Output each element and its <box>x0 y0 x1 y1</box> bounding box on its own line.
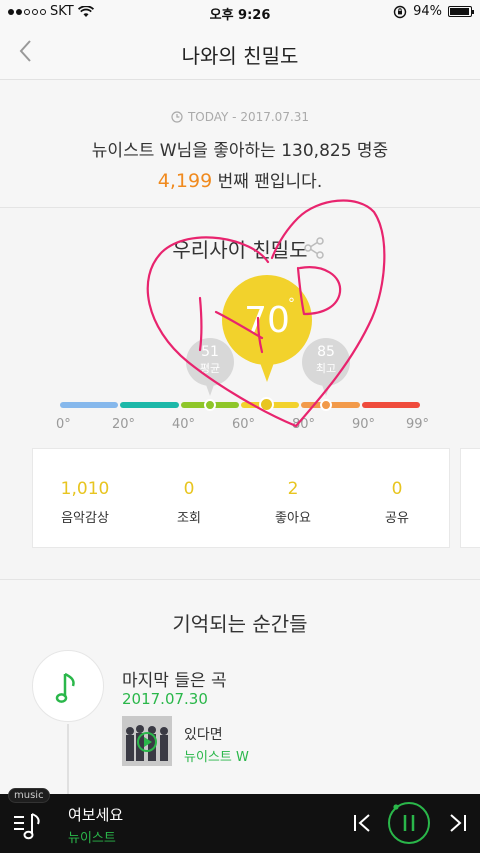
song-title: 있다면 <box>184 727 223 743</box>
scale-tick-label: 20° <box>112 417 136 432</box>
stat-label: 공유 <box>385 511 409 526</box>
pause-button[interactable] <box>386 800 432 846</box>
fan-rank: 4,199 <box>157 170 213 192</box>
stat-item: 2 좋아요 <box>241 449 345 547</box>
average-marker <box>204 399 216 411</box>
stat-item: 0 조회 <box>137 449 241 547</box>
activity-stats-card[interactable]: 1,010 음악감상 0 조회 2 좋아요 0 공유 <box>32 448 450 548</box>
scale-tick-label: 90° <box>352 417 376 432</box>
intimacy-degree: ° <box>288 296 295 312</box>
battery-icon <box>448 6 474 17</box>
current-marker <box>259 397 274 412</box>
scale-tick-label: 80° <box>292 417 316 432</box>
previous-track-icon[interactable] <box>352 812 374 834</box>
intimacy-bubble-pointer <box>259 360 275 382</box>
fan-rank-suffix: 번째 팬입니다. <box>217 172 323 192</box>
max-marker <box>320 399 332 411</box>
max-value: 85 <box>317 344 335 360</box>
stat-item: 1,010 음악감상 <box>33 449 137 547</box>
now-playing-artist: 뉴이스트 <box>68 831 116 846</box>
scale-tick-label: 60° <box>232 417 256 432</box>
nav-bar: 나와의 친밀도 <box>0 24 480 80</box>
share-icon[interactable] <box>302 236 326 260</box>
stat-value: 0 <box>391 479 403 499</box>
now-playing-title: 여보세요 <box>68 806 124 824</box>
fan-count-text: 뉴이스트 W님을 좋아하는 130,825 명중 <box>91 141 389 161</box>
stat-label: 좋아요 <box>275 511 311 526</box>
today-date: TODAY - 2017.07.31 <box>187 110 310 124</box>
memories-section: 기억되는 순간들 마지막 들은 곡 2017.07.30 있다면 뉴이스트 W <box>0 580 480 804</box>
album-art-image <box>122 716 172 766</box>
scale-tick-label: 40° <box>172 417 196 432</box>
stat-value: 1,010 <box>60 479 110 499</box>
playlist-icon[interactable] <box>12 810 46 842</box>
mini-player[interactable]: music 여보세요 뉴이스트 <box>0 788 480 853</box>
memory-title: 마지막 들은 곡 <box>122 671 227 691</box>
scale-segment <box>361 402 420 408</box>
average-bubble-pointer <box>205 382 215 396</box>
status-bar: SKT 오후 9:26 94% <box>0 0 480 24</box>
music-tag: music <box>8 788 50 803</box>
timeline-line <box>67 724 69 804</box>
battery-percent: 94% <box>413 4 442 19</box>
scale-segment <box>60 402 119 408</box>
song-artist: 뉴이스트 W <box>184 750 249 765</box>
max-label: 최고 <box>315 362 337 375</box>
scale-segment <box>120 402 179 408</box>
intimacy-scale-bar <box>60 402 420 408</box>
orientation-lock-icon <box>393 5 407 18</box>
memory-date: 2017.07.30 <box>122 690 208 708</box>
max-bubble: 85 최고 <box>302 338 350 386</box>
scale-tick-label: 0° <box>56 417 71 432</box>
stat-value: 2 <box>287 479 299 499</box>
clock-icon <box>171 111 183 123</box>
fan-rank-section: TODAY - 2017.07.31 뉴이스트 W님을 좋아하는 130,825… <box>0 80 480 208</box>
average-value: 51 <box>201 344 219 360</box>
stat-label: 음악감상 <box>61 511 109 526</box>
intimacy-value: 70 <box>244 300 290 341</box>
memory-icon-circle <box>32 650 104 722</box>
stat-label: 조회 <box>177 511 201 526</box>
music-note-icon <box>55 672 75 703</box>
album-thumbnail[interactable] <box>122 716 172 766</box>
max-bubble-pointer <box>321 382 331 396</box>
page-title: 나와의 친밀도 <box>181 44 299 68</box>
scale-ticks: 0° 20° 40° 60° 80° 90° 99° <box>0 417 480 435</box>
average-label: 평균 <box>199 362 221 375</box>
memories-title: 기억되는 순간들 <box>172 612 308 636</box>
average-bubble: 51 평균 <box>186 338 234 386</box>
next-track-icon[interactable] <box>446 812 468 834</box>
next-stats-card[interactable] <box>460 448 480 548</box>
stat-item: 0 공유 <box>345 449 449 547</box>
intimacy-title: 우리사이 친밀도 <box>172 238 308 262</box>
stat-value: 0 <box>183 479 195 499</box>
scale-tick-label: 99° <box>406 417 430 432</box>
